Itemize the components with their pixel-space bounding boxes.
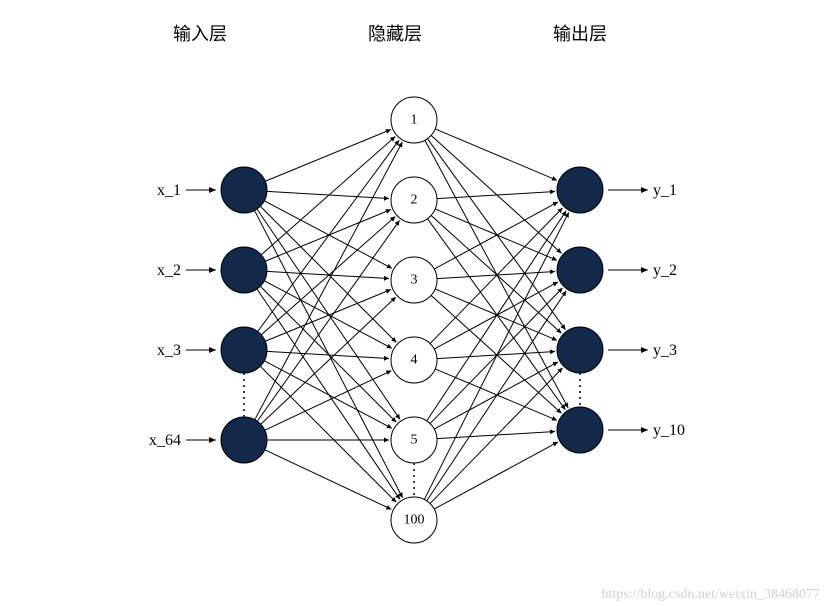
output-node	[557, 247, 603, 293]
hidden-node-label: 4	[411, 353, 418, 368]
watermark: https://blog.csdn.net/weixin_38468077	[601, 587, 820, 602]
output-label: y_10	[653, 422, 685, 439]
input-node	[221, 247, 267, 293]
hidden-node-label: 5	[411, 433, 418, 448]
hidden-node-label: 1	[411, 113, 418, 128]
input-label: x_1	[157, 182, 181, 199]
connections-input-hidden	[255, 130, 403, 510]
input-node	[221, 327, 267, 373]
output-label: y_2	[653, 262, 677, 279]
input-node	[221, 417, 267, 463]
output-node	[557, 167, 603, 213]
neural-network-diagram: 输入层 隐藏层 输出层 x_1x_2x_3x_64 y_1y_2y_3y_10 …	[0, 0, 826, 606]
hidden-node-label: 2	[411, 193, 418, 208]
input-label: x_3	[157, 342, 181, 359]
output-node	[557, 407, 603, 453]
output-label: y_1	[653, 182, 677, 199]
hidden-node-label: 3	[411, 273, 418, 288]
input-nodes	[221, 167, 267, 463]
connections-hidden-output	[424, 129, 568, 509]
input-arrows: x_1 x_2 x_3 x_64	[149, 182, 216, 449]
hidden-layer-title: 隐藏层	[368, 24, 422, 44]
output-layer-title: 输出层	[553, 24, 607, 44]
output-nodes	[557, 167, 603, 453]
input-node	[221, 167, 267, 213]
input-layer-title: 输入层	[173, 24, 227, 44]
hidden-node-label: 100	[404, 513, 425, 528]
output-node	[557, 327, 603, 373]
output-label: y_3	[653, 342, 677, 359]
input-label: x_2	[157, 262, 181, 279]
output-arrows: y_1 y_2 y_3 y_10	[608, 182, 685, 439]
input-label: x_64	[149, 432, 181, 449]
